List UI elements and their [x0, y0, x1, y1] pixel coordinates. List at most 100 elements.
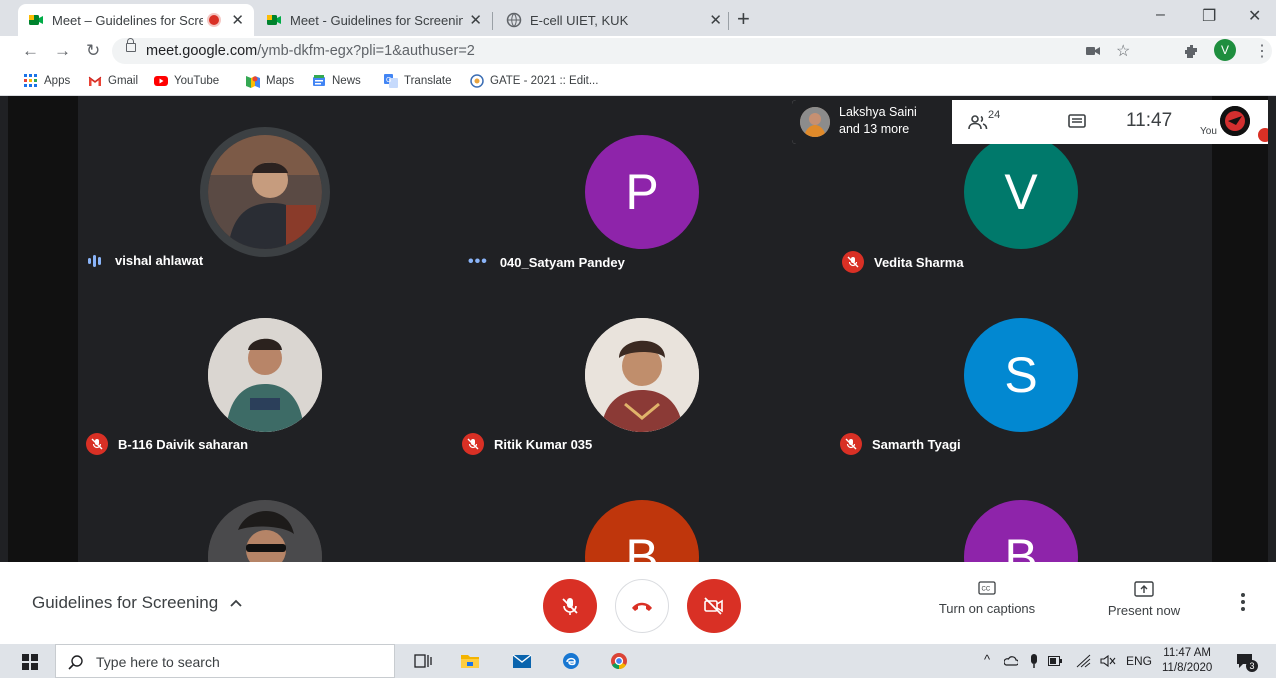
- participant-count: 24: [988, 109, 1001, 121]
- more-options-icon[interactable]: [1240, 592, 1246, 612]
- close-window-icon[interactable]: ✕: [1248, 6, 1261, 26]
- participant-avatar-initial: P: [585, 135, 699, 249]
- gmail-icon: [88, 76, 102, 86]
- bookmark-maps[interactable]: Maps: [246, 74, 294, 88]
- windows-taskbar: Type here to search ^ ENG 11:47 AM 11/8/…: [0, 644, 1276, 678]
- mic-off-icon: [842, 251, 864, 273]
- presenter-name: Lakshya Saini: [839, 105, 917, 119]
- meeting-controls-bar: Guidelines for Screening CC Turn on capt…: [0, 562, 1276, 644]
- tab-title: Meet - Guidelines for Screening: [290, 12, 464, 28]
- connecting-indicator-icon: •••: [468, 253, 488, 270]
- bookmark-star-icon[interactable]: ☆: [1116, 41, 1130, 61]
- participant-name: Samarth Tyagi: [872, 436, 961, 452]
- camera-off-icon: [704, 597, 723, 615]
- participant-photo: [208, 500, 322, 562]
- bookmark-apps[interactable]: Apps: [24, 74, 70, 88]
- participant-avatar-photo: [208, 500, 322, 562]
- bookmark-youtube[interactable]: YouTube: [154, 74, 219, 88]
- bookmark-label: Translate: [404, 75, 452, 87]
- language-indicator[interactable]: ENG: [1126, 654, 1152, 668]
- bookmark-news[interactable]: News: [312, 74, 361, 88]
- participant-name: 040_Satyam Pandey: [499, 254, 625, 270]
- search-icon: [68, 655, 83, 670]
- wifi-icon[interactable]: [1076, 654, 1092, 668]
- chrome-menu-icon[interactable]: ⋮: [1254, 41, 1270, 61]
- windows-start-icon[interactable]: [22, 654, 38, 670]
- meeting-stage: vishal ahlawat P ••• 040_Satyam Pandey V…: [8, 96, 1268, 562]
- mic-off-icon: [86, 433, 108, 455]
- captions-button[interactable]: CC Turn on captions: [932, 581, 1042, 616]
- bookmarks-bar: Apps Gmail YouTube Maps News G Translate: [0, 66, 1276, 96]
- youtube-icon: [154, 76, 168, 86]
- tab-separator: [728, 12, 729, 30]
- task-view-icon[interactable]: [414, 653, 432, 669]
- bookmark-translate[interactable]: G Translate: [384, 74, 452, 88]
- bookmark-label: YouTube: [174, 75, 220, 87]
- chat-icon[interactable]: [1068, 114, 1086, 130]
- close-tab-icon[interactable]: ✕: [469, 11, 482, 29]
- present-screen-icon: [1134, 581, 1154, 597]
- meet-icon: [29, 15, 43, 25]
- bookmark-gate[interactable]: GATE - 2021 :: Edit...: [470, 74, 598, 88]
- edge-browser-icon[interactable]: [562, 652, 580, 670]
- self-video-thumbnail[interactable]: [1220, 106, 1250, 136]
- forward-icon[interactable]: →: [54, 41, 71, 61]
- url-host: meet.google.com: [146, 43, 258, 59]
- microphone-tray-icon[interactable]: [1030, 653, 1038, 669]
- taskbar-clock[interactable]: 11:47 AM 11/8/2020: [1162, 646, 1212, 676]
- camera-in-use-icon[interactable]: [1086, 45, 1100, 57]
- extensions-icon[interactable]: [1184, 44, 1199, 59]
- close-tab-icon[interactable]: ✕: [709, 11, 722, 29]
- url-text[interactable]: meet.google.com/ymb-dkfm-egx?pli=1&authu…: [146, 43, 475, 59]
- clock-date: 11/8/2020: [1162, 662, 1213, 674]
- participant-avatar-photo: [208, 135, 322, 249]
- back-icon[interactable]: ←: [22, 41, 39, 61]
- volume-muted-icon[interactable]: [1100, 655, 1116, 667]
- camera-toggle-button[interactable]: [687, 579, 741, 633]
- taskbar-search-box[interactable]: Type here to search: [55, 644, 395, 678]
- chrome-icon[interactable]: [610, 652, 628, 670]
- new-tab-button[interactable]: +: [737, 6, 750, 32]
- closed-captions-icon: CC: [978, 581, 996, 595]
- maximize-icon[interactable]: ❐: [1202, 6, 1216, 26]
- participant-name: B-116 Daivik saharan: [118, 436, 249, 452]
- search-placeholder: Type here to search: [96, 654, 220, 670]
- meeting-details-toggle[interactable]: Guidelines for Screening: [32, 593, 242, 613]
- hang-up-icon: [632, 602, 652, 611]
- meet-icon: [267, 15, 281, 25]
- reload-icon[interactable]: ↻: [86, 41, 100, 61]
- globe-icon: [506, 12, 522, 28]
- bookmark-gmail[interactable]: Gmail: [88, 74, 138, 88]
- tab-meet-guidelines[interactable]: Meet - Guidelines for Screening ✕: [256, 4, 492, 36]
- profile-avatar[interactable]: V: [1214, 39, 1236, 61]
- tab-meet-active[interactable]: Meet – Guidelines for Screen ✕: [18, 4, 254, 36]
- participant-label: Ritik Kumar 035: [462, 433, 592, 455]
- minimize-icon[interactable]: –: [1156, 6, 1165, 24]
- participant-grid: vishal ahlawat P ••• 040_Satyam Pandey V…: [78, 96, 1212, 562]
- url-path: /ymb-dkfm-egx?pli=1&authuser=2: [257, 43, 475, 59]
- people-icon[interactable]: [968, 114, 988, 130]
- maps-icon: [246, 76, 260, 88]
- self-mic-off-icon: [1258, 128, 1268, 142]
- presenter-more: and 13 more: [839, 122, 910, 136]
- mic-toggle-button[interactable]: [543, 579, 597, 633]
- participant-avatar-photo: [208, 318, 322, 432]
- tab-ecell[interactable]: E-cell UIET, KUK ✕: [496, 4, 732, 36]
- browser-toolbar: ← → ↻ meet.google.com/ymb-dkfm-egx?pli=1…: [0, 36, 1276, 66]
- bookmark-label: Gmail: [108, 75, 139, 87]
- mail-icon[interactable]: [512, 653, 532, 669]
- battery-icon[interactable]: [1048, 656, 1062, 666]
- participant-avatar-initial: S: [964, 318, 1078, 432]
- address-bar[interactable]: meet.google.com/ymb-dkfm-egx?pli=1&authu…: [112, 38, 1272, 64]
- onedrive-icon[interactable]: [1004, 655, 1018, 667]
- leave-call-button[interactable]: [615, 579, 669, 633]
- close-tab-icon[interactable]: ✕: [231, 11, 244, 29]
- participant-label: B-116 Daivik saharan: [86, 433, 248, 455]
- file-explorer-icon[interactable]: [460, 653, 480, 669]
- translate-icon: G: [384, 74, 398, 88]
- present-now-button[interactable]: Present now: [1096, 581, 1192, 618]
- active-speaker-chip[interactable]: Lakshya Saini and 13 more: [792, 100, 952, 144]
- action-center-button[interactable]: 3: [1236, 652, 1258, 675]
- show-hidden-icons-icon[interactable]: ^: [984, 652, 990, 667]
- present-label: Present now: [1107, 603, 1181, 618]
